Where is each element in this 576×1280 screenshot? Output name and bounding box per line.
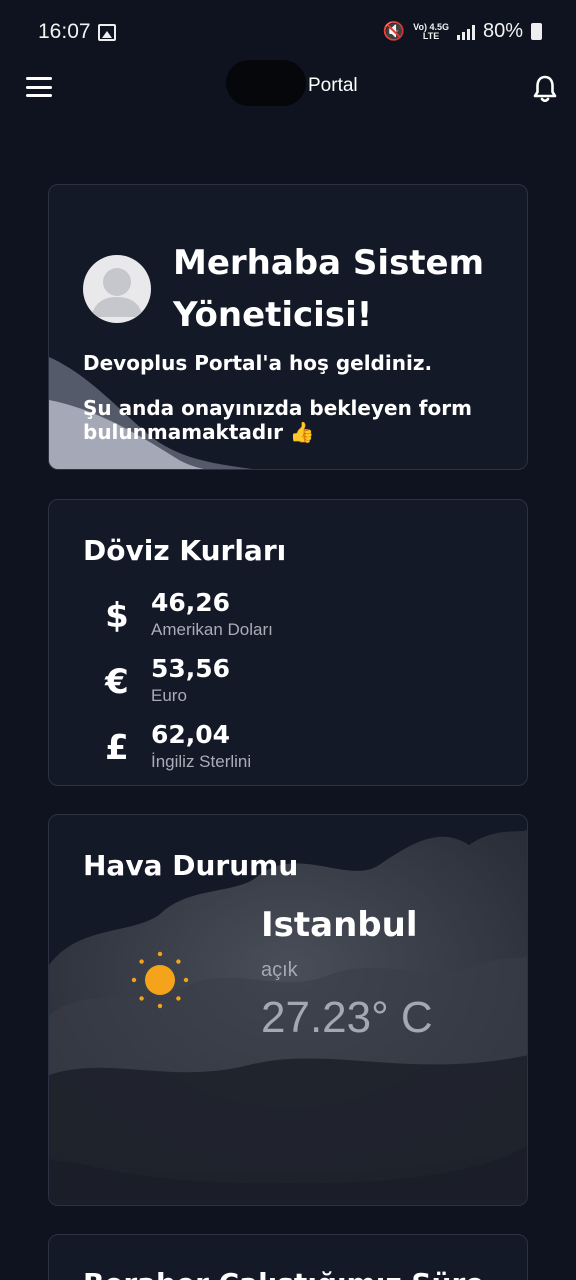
- network-type-bottom: LTE: [422, 30, 440, 41]
- user-silhouette-icon: [91, 268, 143, 317]
- euro-icon: €: [105, 662, 129, 702]
- status-indicators: 🔇 Vo) 4.5G LTE 80%: [383, 20, 542, 43]
- currency-row-eur: € 53,56 Euro: [101, 654, 461, 714]
- dollar-icon: $: [105, 596, 129, 636]
- welcome-message: Devoplus Portal'a hoş geldiniz.: [83, 351, 433, 375]
- battery-icon: [531, 23, 542, 40]
- network-type: Vo) 4.5G LTE: [413, 22, 449, 41]
- currency-row-usd: $ 46,26 Amerikan Doları: [101, 588, 461, 648]
- currency-value: 46,26: [151, 588, 231, 617]
- weather-temperature: 27.23° C: [261, 993, 433, 1042]
- currency-value: 53,56: [151, 654, 231, 683]
- gallery-notification-icon: [98, 24, 116, 41]
- mute-icon: 🔇: [382, 21, 406, 41]
- signal-icon: [456, 24, 475, 40]
- hamburger-menu-icon[interactable]: [26, 77, 52, 97]
- currency-name: Amerikan Doları: [151, 620, 273, 639]
- pending-forms-message: Şu anda onayınızda bekleyen form bulunma…: [83, 396, 472, 444]
- welcome-card: Merhaba Sistem Yöneticisi! Devoplus Port…: [48, 184, 528, 470]
- pound-icon: £: [105, 728, 129, 768]
- currency-card: Döviz Kurları $ 46,26 Amerikan Doları € …: [48, 499, 528, 786]
- app-title: Portal: [308, 75, 358, 96]
- weather-city: Istanbul: [261, 905, 418, 945]
- battery-percent: 80%: [482, 20, 523, 42]
- weather-card: Hava Durumu Istanbul açık 27.23° C: [48, 814, 528, 1206]
- app-logo: [226, 60, 306, 106]
- currency-name: İngiliz Sterlini: [151, 752, 252, 771]
- currency-title: Döviz Kurları: [83, 534, 287, 567]
- currency-name: Euro: [151, 686, 187, 705]
- work-duration-card: Beraber Çalıştığımız Süre: [48, 1234, 528, 1280]
- status-time: 16:07: [38, 20, 91, 43]
- weather-condition: açık: [261, 959, 298, 981]
- notification-bell-icon[interactable]: [532, 74, 558, 104]
- app-bar: Portal: [0, 58, 576, 118]
- welcome-title: Merhaba Sistem Yöneticisi!: [173, 243, 485, 335]
- sun-icon: [131, 951, 189, 1009]
- currency-value: 62,04: [151, 720, 231, 749]
- work-duration-title: Beraber Çalıştığımız Süre: [83, 1267, 484, 1280]
- status-bar: 16:07 🔇 Vo) 4.5G LTE 80%: [0, 0, 576, 64]
- avatar[interactable]: [83, 255, 151, 323]
- currency-row-gbp: £ 62,04 İngiliz Sterlini: [101, 720, 461, 780]
- weather-title: Hava Durumu: [83, 849, 299, 882]
